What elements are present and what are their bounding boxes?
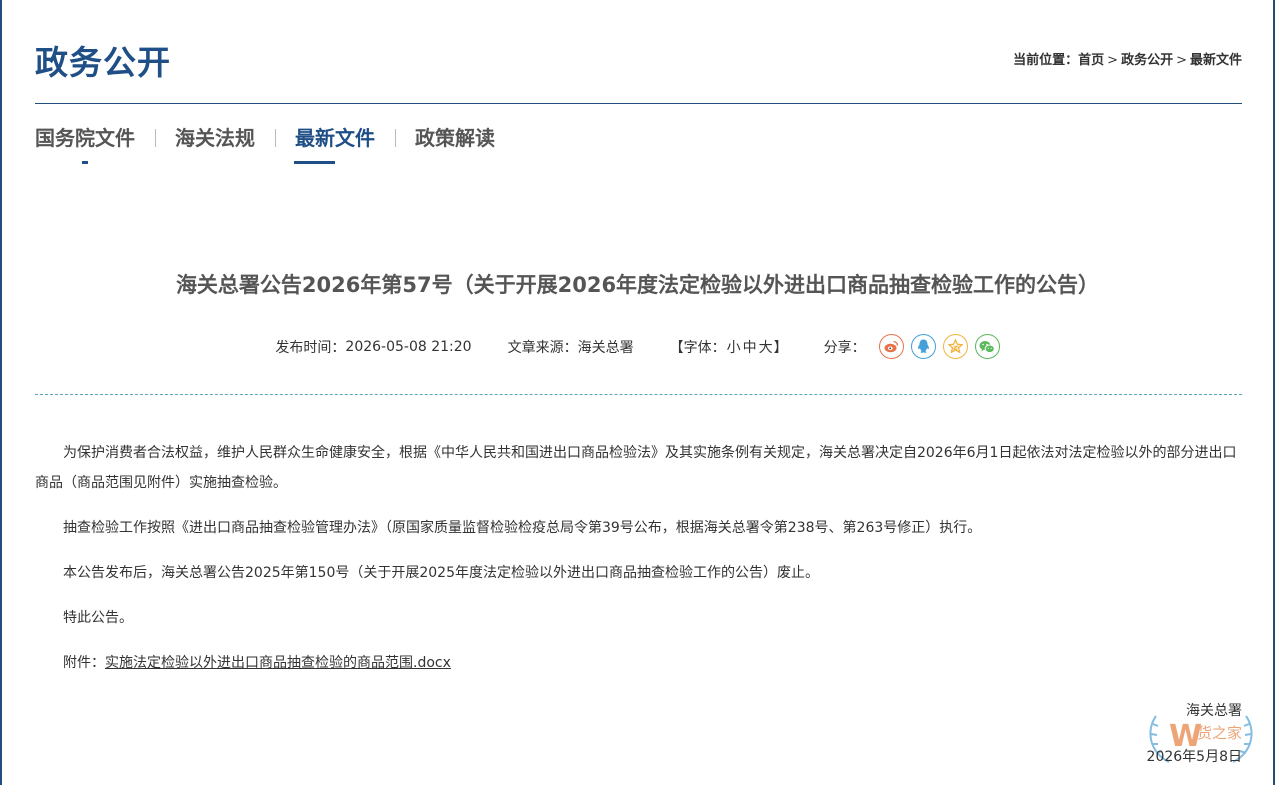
body-paragraph: 抽查检验工作按照《进出口商品抽查检验管理办法》（原国家质量监督检验检疫总局令第3… [63, 520, 982, 536]
breadcrumb-prefix: 当前位置： [1013, 53, 1079, 68]
breadcrumb-separator: > [1176, 53, 1187, 68]
section-title: 政务公开 [35, 43, 171, 82]
title-divider [35, 394, 1242, 395]
article-title: 海关总署公告2026年第57号（关于开展2026年度法定检验以外进出口商品抽查检… [175, 273, 1100, 297]
tab-label: 政策解读 [415, 126, 495, 150]
qzone-share-button[interactable] [942, 334, 968, 359]
tab-label: 最新文件 [295, 126, 375, 150]
tab-indicator [82, 161, 88, 164]
tab-label: 国务院文件 [35, 126, 135, 150]
body-paragraph: 为保护消费者合法权益，维护人民群众生命健康安全，根据《中华人民共和国进出口商品检… [35, 445, 1237, 491]
signature-org: 海关总署 [1186, 703, 1242, 719]
breadcrumb-current: 最新文件 [1189, 53, 1242, 68]
body-paragraph: 特此公告。 [63, 610, 133, 626]
wechat-share-button[interactable] [974, 334, 1000, 359]
attachment-link[interactable]: 实施法定检验以外进出口商品抽查检验的商品范围.docx [105, 655, 451, 671]
publish-time: 发布时间： 2026-05-08 21:20 [275, 337, 471, 357]
weibo-share-button[interactable] [878, 334, 904, 359]
share-bar: 分享： [824, 334, 1000, 359]
attachment-label: 附件： [63, 655, 105, 671]
source-value: 海关总署 [577, 339, 634, 356]
source-label: 文章来源： [507, 339, 578, 356]
tab-latest-documents[interactable]: 最新文件 [275, 124, 395, 164]
body-paragraph: 本公告发布后，海关总署公告2025年第150号（关于开展2025年度法定检验以外… [63, 565, 819, 581]
breadcrumb-separator: > [1107, 53, 1119, 68]
qq-icon [917, 339, 929, 353]
font-size-medium-button[interactable]: 中 [743, 337, 757, 357]
tab-active-indicator [294, 161, 335, 164]
tab-customs-regulations[interactable]: 海关法规 [155, 124, 275, 152]
weibo-icon [884, 340, 898, 353]
tab-state-council-documents[interactable]: 国务院文件 [35, 124, 155, 164]
watermark-text: 货之家 [1197, 724, 1242, 742]
font-size-small-button[interactable]: 小 [727, 337, 741, 357]
qzone-icon [947, 339, 963, 354]
publish-time-value: 2026-05-08 21:20 [345, 338, 472, 355]
font-size-large-button[interactable]: 大 [759, 337, 773, 357]
breadcrumb: 当前位置：首页 > 政务公开 > 最新文件 [1013, 49, 1242, 68]
category-tabs: 国务院文件 海关法规 最新文件 政策解读 [35, 124, 515, 164]
font-size-bracket: 】 [773, 339, 788, 356]
breadcrumb-section-link[interactable]: 政务公开 [1121, 53, 1173, 68]
publish-time-label: 发布时间： [275, 339, 346, 356]
attachment-line: 附件：实施法定检验以外进出口商品抽查检验的商品范围.docx [35, 648, 1242, 678]
font-size-label: 【字体： [669, 339, 726, 356]
header-divider [35, 103, 1242, 104]
qq-share-button[interactable] [910, 334, 936, 359]
article-meta: 发布时间： 2026-05-08 21:20 文章来源： 海关总署 【字体： 小… [2, 334, 1273, 359]
share-label: 分享： [823, 339, 866, 356]
breadcrumb-home-link[interactable]: 首页 [1078, 53, 1104, 68]
article-source: 文章来源： 海关总署 [508, 337, 634, 357]
article-body: 为保护消费者合法权益，维护人民群众生命健康安全，根据《中华人民共和国进出口商品检… [35, 438, 1242, 693]
signature-date: 2026年5月8日 [1146, 749, 1242, 765]
wechat-icon [979, 340, 995, 353]
tab-policy-interpretation[interactable]: 政策解读 [395, 124, 515, 152]
tab-label: 海关法规 [175, 126, 255, 150]
font-size-control: 【字体： 小 中 大 】 [670, 337, 788, 357]
